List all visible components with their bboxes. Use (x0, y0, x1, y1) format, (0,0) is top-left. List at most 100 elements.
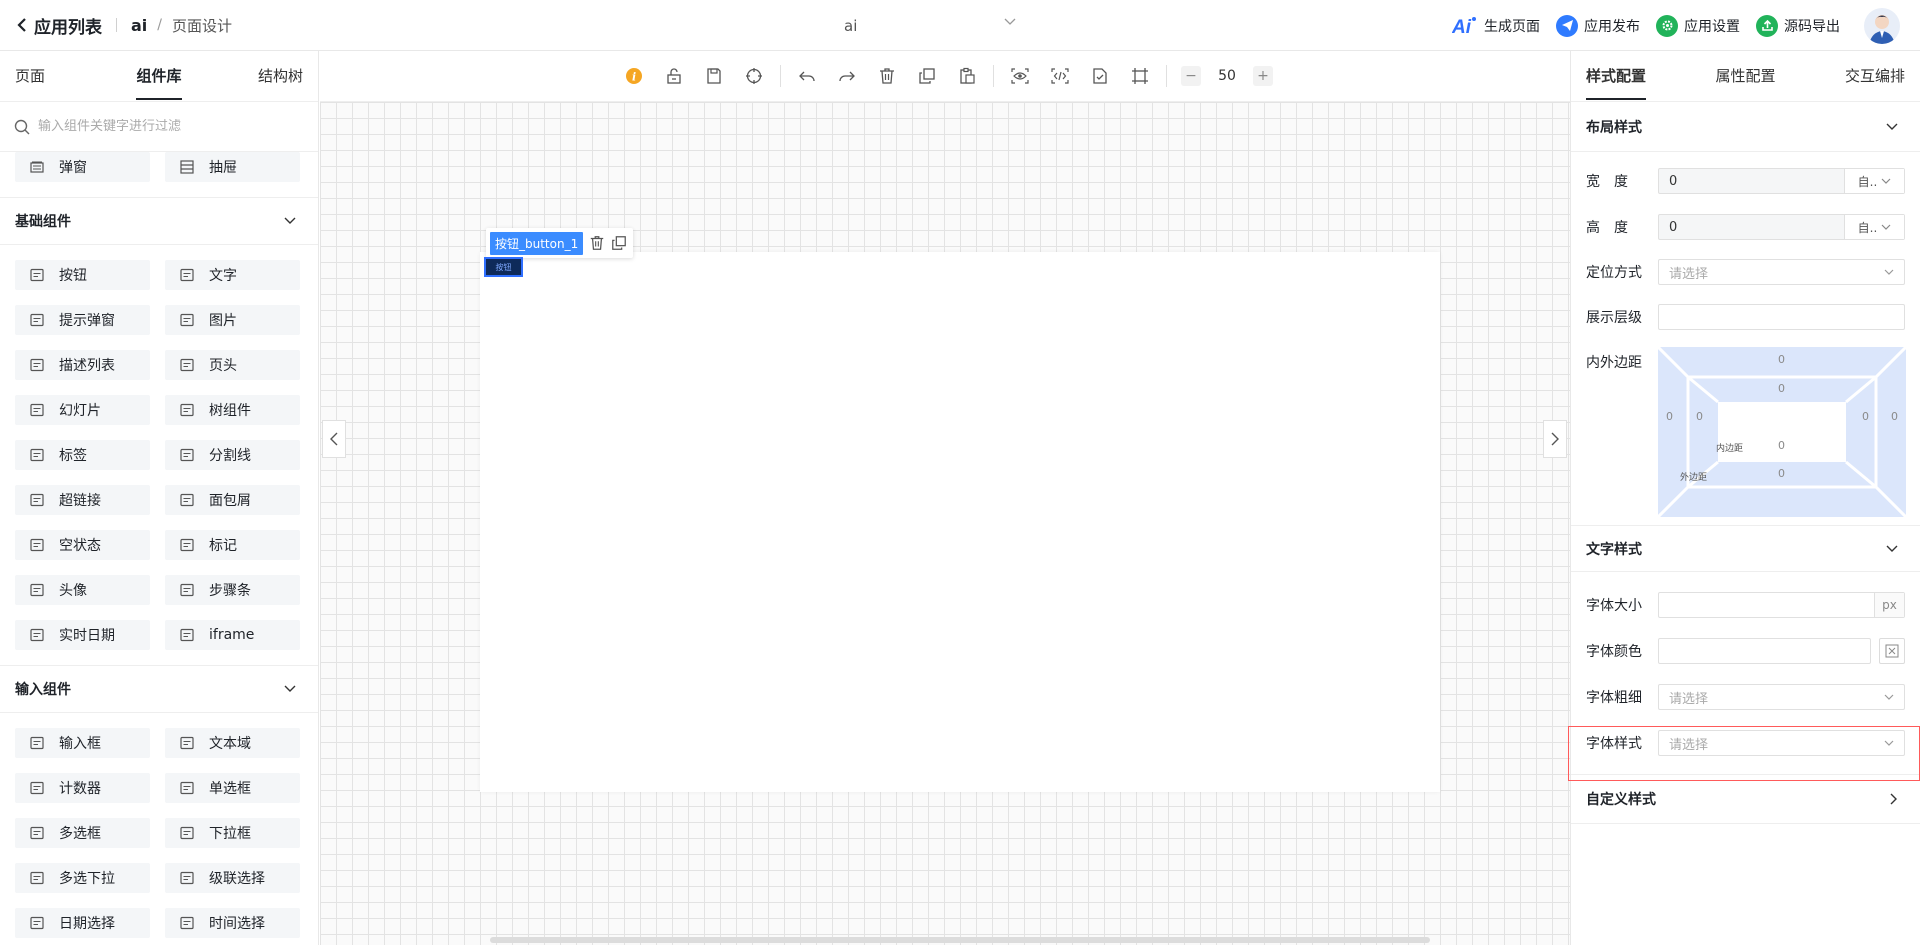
zoom-out-button[interactable]: − (1181, 66, 1201, 86)
preview-button[interactable] (1000, 51, 1040, 102)
tab-property-config[interactable]: 属性配置 (1692, 51, 1798, 102)
component-item[interactable]: 空状态 (15, 530, 150, 560)
paste-button[interactable] (947, 51, 987, 102)
component-item[interactable]: 树组件 (165, 395, 300, 425)
info-icon: i (626, 68, 642, 84)
section-basic-components[interactable]: 基础组件 (0, 197, 318, 245)
back-to-app-list[interactable]: 应用列表 (16, 13, 102, 38)
font-size-unit: px (1874, 593, 1904, 617)
app-selector[interactable]: ai (826, 0, 1026, 51)
component-item[interactable]: 计数器 (15, 773, 150, 803)
height-unit-select[interactable]: 自.. (1844, 215, 1904, 239)
tab-style-config[interactable]: 样式配置 (1571, 51, 1692, 102)
component-label: 弹窗 (59, 160, 87, 176)
font-style-select[interactable]: 请选择 (1658, 730, 1905, 756)
component-item[interactable]: 分割线 (165, 440, 300, 470)
component-item[interactable]: 描述列表 (15, 350, 150, 380)
publish-app-button[interactable]: 应用发布 (1556, 14, 1640, 37)
copy-button[interactable] (907, 51, 947, 102)
tab-structure-tree[interactable]: 结构树 (207, 51, 318, 102)
component-item[interactable]: 级联选择 (165, 863, 300, 893)
width-unit-select[interactable]: 自.. (1844, 169, 1904, 193)
horizontal-scrollbar[interactable] (490, 937, 1430, 943)
component-item[interactable]: 时间选择 (165, 908, 300, 938)
delete-button[interactable] (867, 51, 907, 102)
font-size-input[interactable]: px (1658, 592, 1905, 618)
component-item[interactable]: 页头 (165, 350, 300, 380)
section-input-components[interactable]: 输入组件 (0, 665, 318, 713)
tab-pages[interactable]: 页面 (0, 51, 111, 102)
zoom-in-button[interactable]: + (1253, 66, 1273, 86)
info-button[interactable]: i (614, 51, 654, 102)
dialog-icon (30, 161, 44, 173)
component-item[interactable]: 输入框 (15, 728, 150, 758)
component-item[interactable]: 多选框 (15, 818, 150, 848)
component-item[interactable]: 标记 (165, 530, 300, 560)
component-item[interactable]: 单选框 (165, 773, 300, 803)
component-item[interactable]: 标签 (15, 440, 150, 470)
publish-app-label: 应用发布 (1584, 18, 1640, 35)
component-item[interactable]: 提示弹窗 (15, 305, 150, 335)
padding-right-value[interactable]: 0 (1862, 410, 1869, 423)
font-weight-placeholder: 请选择 (1669, 691, 1709, 707)
breadcrumb-app[interactable]: ai (131, 16, 147, 35)
component-item-dialog[interactable]: 弹窗 (15, 152, 150, 182)
design-canvas[interactable]: 按钮_button_1 按钮 (320, 102, 1570, 945)
collapse-left-panel-button[interactable] (322, 420, 346, 458)
target-button[interactable] (734, 51, 774, 102)
selected-component-label[interactable]: 按钮_button_1 (490, 231, 584, 255)
page-artboard[interactable] (480, 252, 1440, 792)
copy-icon[interactable] (611, 235, 627, 251)
margin-top-value[interactable]: 0 (1778, 353, 1785, 366)
section-layout-style[interactable]: 布局样式 (1571, 102, 1920, 152)
section-text-style[interactable]: 文字样式 (1571, 525, 1920, 572)
undo-button[interactable] (787, 51, 827, 102)
component-item[interactable]: 图片 (165, 305, 300, 335)
width-field[interactable]: 0 自.. (1658, 168, 1905, 194)
zindex-input[interactable] (1658, 304, 1905, 330)
padding-bottom-value[interactable]: 0 (1778, 439, 1785, 452)
app-settings-button[interactable]: 应用设置 (1656, 14, 1740, 37)
height-field[interactable]: 0 自.. (1658, 214, 1905, 240)
component-item[interactable]: 步骤条 (165, 575, 300, 605)
unlock-button[interactable] (654, 51, 694, 102)
tab-component-library[interactable]: 组件库 (111, 51, 207, 102)
component-item[interactable]: 面包屑 (165, 485, 300, 515)
font-color-input[interactable] (1658, 638, 1871, 664)
component-item-drawer[interactable]: 抽屉 (165, 152, 300, 182)
component-item[interactable]: iframe (165, 620, 300, 650)
margin-left-value[interactable]: 0 (1666, 410, 1673, 423)
position-select[interactable]: 请选择 (1658, 259, 1905, 285)
selected-button-component[interactable]: 按钮 (484, 257, 523, 277)
margin-right-value[interactable]: 0 (1891, 410, 1898, 423)
redo-button[interactable] (827, 51, 867, 102)
tab-interaction[interactable]: 交互编排 (1799, 51, 1920, 102)
component-item[interactable]: 幻灯片 (15, 395, 150, 425)
component-item[interactable]: 日期选择 (15, 908, 150, 938)
code-button[interactable] (1040, 51, 1080, 102)
component-item[interactable]: 超链接 (15, 485, 150, 515)
component-item[interactable]: 文本域 (165, 728, 300, 758)
font-weight-select[interactable]: 请选择 (1658, 684, 1905, 710)
trash-icon[interactable] (589, 235, 605, 251)
component-item[interactable]: 文字 (165, 260, 300, 290)
collapse-right-panel-button[interactable] (1543, 420, 1567, 458)
component-item[interactable]: 头像 (15, 575, 150, 605)
validate-button[interactable] (1080, 51, 1120, 102)
save-button[interactable] (694, 51, 734, 102)
export-source-label: 源码导出 (1784, 18, 1840, 35)
component-search-input[interactable] (38, 119, 288, 134)
component-item[interactable]: 下拉框 (165, 818, 300, 848)
user-avatar[interactable] (1864, 7, 1900, 44)
padding-left-value[interactable]: 0 (1696, 410, 1703, 423)
component-item[interactable]: 按钮 (15, 260, 150, 290)
section-custom-style[interactable]: 自定义样式 (1571, 774, 1920, 824)
export-source-button[interactable]: 源码导出 (1756, 14, 1840, 37)
component-item[interactable]: 实时日期 (15, 620, 150, 650)
crop-button[interactable] (1120, 51, 1160, 102)
margin-bottom-value[interactable]: 0 (1778, 467, 1785, 480)
color-picker-button[interactable] (1879, 638, 1905, 664)
padding-top-value[interactable]: 0 (1778, 382, 1785, 395)
component-item[interactable]: 多选下拉 (15, 863, 150, 893)
generate-page-button[interactable]: Ai 生成页面 (1452, 15, 1540, 37)
